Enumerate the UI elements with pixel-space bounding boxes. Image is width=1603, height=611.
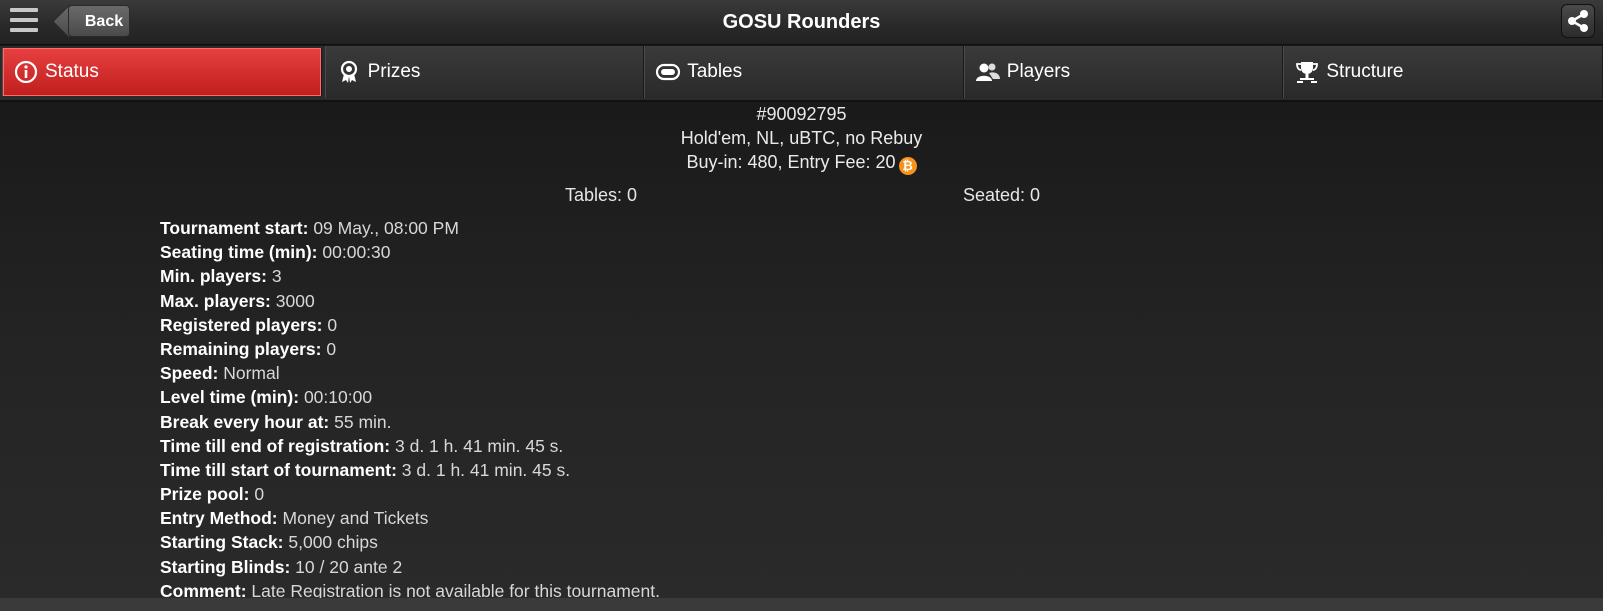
seated-count: Seated: 0 [963, 185, 1041, 205]
detail-label: Remaining players: [160, 338, 322, 359]
detail-label: Prize pool: [160, 484, 250, 505]
detail-value: 3 [271, 266, 282, 287]
detail-value: Money and Tickets [282, 508, 429, 529]
detail-value: 00:00:30 [322, 242, 391, 263]
detail-label: Entry Method: [160, 508, 278, 529]
tab-status[interactable]: Status [2, 48, 322, 96]
back-button[interactable]: Back [68, 5, 130, 37]
detail-row: Max. players: 3000 [160, 289, 660, 313]
detail-row: Starting Blinds: 10 / 20 ante 2 [160, 555, 660, 579]
info-icon [13, 59, 39, 85]
detail-label: Starting Stack: [160, 532, 284, 553]
details-list: Tournament start: 09 May., 08:00 PM Seat… [160, 216, 660, 603]
detail-label: Registered players: [160, 314, 323, 335]
tab-structure[interactable]: Structure [1283, 46, 1603, 98]
detail-row: Seating time (min): 00:00:30 [160, 240, 660, 264]
tab-label: Prizes [367, 61, 421, 82]
detail-row: Level time (min): 00:10:00 [160, 385, 660, 409]
detail-value: 3 d. 1 h. 41 min. 45 s. [401, 459, 571, 480]
tab-label: Players [1006, 61, 1071, 82]
detail-value: 0 [254, 484, 265, 505]
detail-row: Prize pool: 0 [160, 482, 660, 506]
page-title: GOSU Rounders [722, 11, 881, 33]
detail-value: Normal [223, 363, 280, 384]
detail-row: Break every hour at: 55 min. [160, 410, 660, 434]
bitcoin-icon: ₿ [898, 157, 917, 175]
detail-value: 09 May., 08:00 PM [313, 218, 459, 238]
detail-row: Time till start of tournament: 3 d. 1 h.… [160, 458, 660, 482]
detail-row: Time till end of registration: 3 d. 1 h.… [160, 434, 660, 458]
detail-value: 0 [327, 314, 338, 335]
game-type: Hold'em, NL, uBTC, no Rebuy [680, 128, 923, 148]
detail-row: Starting Stack: 5,000 chips [160, 530, 660, 554]
trophy-icon [1294, 59, 1320, 85]
tab-label: Structure [1326, 61, 1404, 82]
tables-count: Tables: 0 [565, 185, 638, 205]
detail-label: Speed: [160, 363, 219, 384]
detail-value: 0 [326, 338, 337, 359]
tab-label: Status [45, 61, 99, 82]
detail-row: Speed: Normal [160, 361, 660, 385]
detail-row: Registered players: 0 [160, 313, 660, 337]
tab-label: Tables [687, 61, 743, 82]
detail-label: Tournament start: [160, 218, 309, 238]
bottom-bar [0, 598, 1603, 611]
tournament-id: #90092795 [756, 104, 847, 124]
detail-value: 3000 [275, 290, 315, 311]
tab-players[interactable]: Players [963, 46, 1284, 98]
detail-label: Time till end of registration: [160, 435, 391, 456]
table-icon [655, 59, 681, 85]
share-icon[interactable] [1561, 4, 1595, 38]
top-bar: Back GOSU Rounders [0, 0, 1603, 45]
award-icon [336, 59, 362, 85]
detail-row: Remaining players: 0 [160, 337, 660, 361]
detail-label: Break every hour at: [160, 411, 330, 432]
players-icon [975, 59, 1001, 85]
buyin-text: Buy-in: 480, Entry Fee: 20 [686, 152, 896, 172]
detail-value: 3 d. 1 h. 41 min. 45 s. [395, 435, 564, 456]
detail-label: Min. players: [160, 266, 267, 287]
detail-label: Level time (min): [160, 387, 300, 408]
detail-label: Max. players: [160, 290, 271, 311]
status-panel: #90092795 Hold'em, NL, uBTC, no Rebuy Bu… [0, 102, 1603, 601]
menu-icon[interactable] [8, 6, 40, 36]
detail-value: 5,000 chips [288, 532, 378, 553]
buyin-line: Buy-in: 480, Entry Fee: 20 ₿ [0, 152, 1603, 175]
detail-row: Tournament start: 09 May., 08:00 PM [160, 216, 660, 240]
detail-label: Seating time (min): [160, 242, 318, 263]
detail-row: Entry Method: Money and Tickets [160, 506, 660, 530]
detail-value: 10 / 20 ante 2 [295, 556, 403, 577]
tab-prizes[interactable]: Prizes [324, 46, 645, 98]
detail-label: Starting Blinds: [160, 556, 291, 577]
detail-value: 00:10:00 [303, 387, 373, 408]
detail-row: Min. players: 3 [160, 264, 660, 288]
detail-label: Time till start of tournament: [160, 459, 397, 480]
tab-bar: Status Prizes Tables Players Structure [0, 46, 1603, 102]
tab-tables[interactable]: Tables [644, 46, 964, 98]
detail-value: 55 min. [334, 411, 392, 432]
